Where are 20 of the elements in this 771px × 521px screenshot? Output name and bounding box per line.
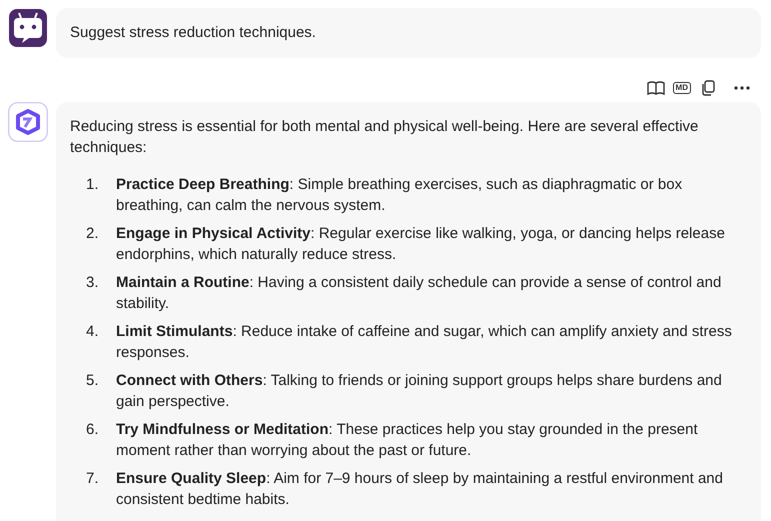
bot-avatar-icon <box>8 8 48 48</box>
list-number: 2. <box>86 224 100 244</box>
book-icon[interactable] <box>646 79 665 97</box>
list-number: 3. <box>86 273 100 293</box>
list-number: 6. <box>86 420 100 440</box>
list-number: 4. <box>86 322 100 342</box>
intro-paragraph: Reducing stress is essential for both mental and physical well-being. Here are several effective techniques: <box>70 117 700 158</box>
list-number: 5. <box>86 371 100 391</box>
assistant-avatar-icon <box>8 102 48 142</box>
list-item-text: Ensure Quality Sleep: Aim for 7–9 hours of sleep by maintaining a restful environment and consistent bedtime habits. <box>116 469 724 510</box>
list-number: 1. <box>86 175 100 195</box>
list-item-text: Limit Stimulants: Reduce intake of caffeine and sugar, which can amplify anxiety and stress responses. <box>116 322 733 363</box>
user-message: Suggest stress reduction techniques. <box>70 22 316 43</box>
list-item-text: Practice Deep Breathing: Simple breathing exercises, such as diaphragmatic or box breathing, can calm the nervous system. <box>116 175 684 216</box>
markdown-button[interactable]: MD <box>672 82 691 94</box>
list-number: 7. <box>86 469 100 489</box>
list-item-text: Maintain a Routine: Having a consistent daily schedule can provide a sense of control and stability. <box>116 273 722 314</box>
list-item-text: Try Mindfulness or Meditation: These practices help you stay grounded in the present moment rather than worrying about the past or future. <box>116 420 699 461</box>
list-item-text: Engage in Physical Activity: Regular exercise like walking, yoga, or dancing helps release endorphins, which naturally reduce stress. <box>116 224 726 265</box>
list-item-text: Connect with Others: Talking to friends or joining support groups helps share burdens and gain perspective. <box>116 371 723 412</box>
